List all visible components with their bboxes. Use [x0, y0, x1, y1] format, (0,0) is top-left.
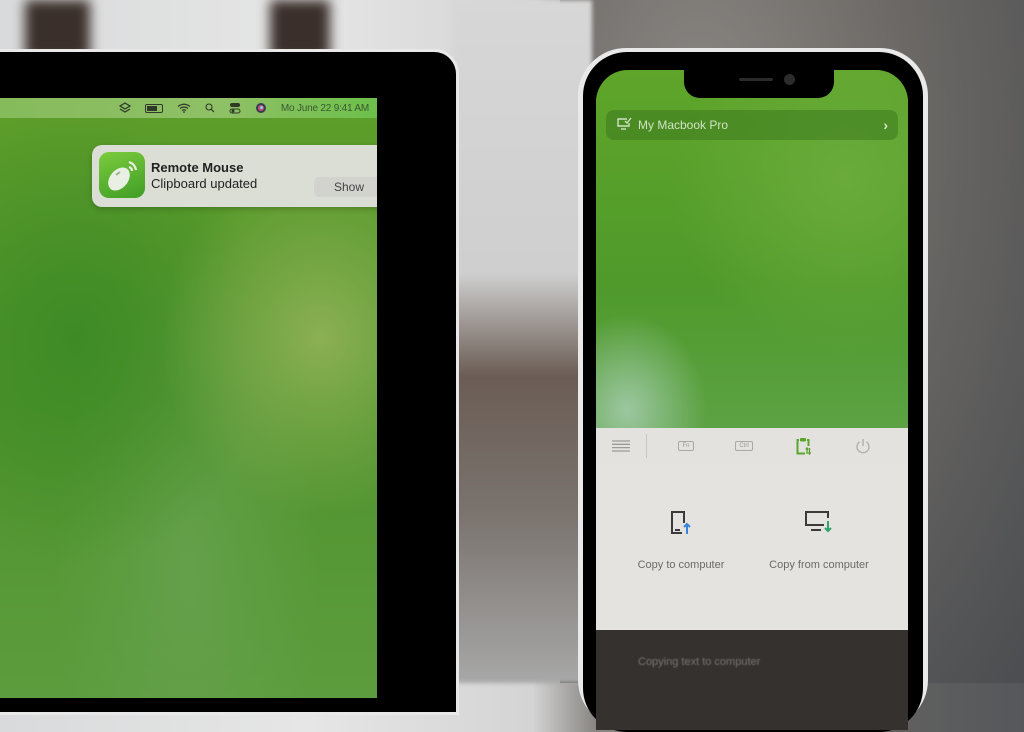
notification-title: Remote Mouse — [151, 160, 244, 175]
device-name: My Macbook Pro — [638, 118, 729, 132]
device-selector[interactable]: My Macbook Pro › — [606, 110, 898, 140]
phone-bezel: My Macbook Pro › Fn Ctrl Copy to compute… — [583, 52, 923, 732]
clipboard-panel: Copy to computer Copy from computer — [596, 464, 908, 630]
power-button[interactable] — [845, 428, 881, 464]
background-post — [25, 0, 90, 60]
clipboard-sync-button[interactable] — [763, 428, 845, 464]
ctrl-key-icon: Ctrl — [735, 441, 753, 451]
background-post — [270, 0, 330, 60]
chevron-right-icon: › — [883, 117, 888, 133]
stack-icon[interactable] — [118, 102, 131, 114]
control-center-icon[interactable] — [229, 102, 241, 114]
copy-to-computer-label: Copy to computer — [637, 559, 725, 571]
clipboard-sync-icon — [796, 438, 812, 455]
copy-from-computer-button[interactable]: Copy from computer — [744, 510, 894, 571]
mac-menubar: Mo June 22 9:41 AM — [0, 98, 377, 118]
notification-message: Clipboard updated — [151, 176, 258, 191]
menubar-clock[interactable]: Mo June 22 9:41 AM — [281, 103, 369, 114]
computer-check-icon — [616, 117, 638, 134]
battery-icon[interactable] — [144, 103, 163, 113]
phone-screen: My Macbook Pro › Fn Ctrl Copy to compute… — [596, 70, 908, 730]
fn-key-button[interactable]: Fn — [647, 428, 725, 464]
menu-icon — [612, 440, 630, 452]
computer-download-icon — [805, 511, 832, 533]
trackpad-area[interactable]: My Macbook Pro › — [596, 70, 908, 428]
notification-show-button[interactable]: Show — [314, 177, 377, 197]
speaker-grille — [739, 78, 773, 81]
background-middle — [452, 0, 592, 683]
phone-frame: My Macbook Pro › Fn Ctrl Copy to compute… — [578, 48, 928, 732]
front-camera — [784, 74, 795, 85]
siri-icon[interactable] — [255, 102, 267, 114]
wifi-icon[interactable] — [177, 103, 191, 113]
phone-toolbar: Fn Ctrl — [596, 428, 908, 464]
notification-banner[interactable]: Remote Mouse Clipboard updated Show — [92, 145, 377, 207]
phone-notch — [684, 70, 834, 98]
copy-from-computer-label: Copy from computer — [769, 559, 869, 571]
power-icon — [856, 439, 870, 454]
menu-button[interactable] — [596, 428, 646, 464]
ctrl-key-button[interactable]: Ctrl — [725, 428, 763, 464]
fn-key-icon: Fn — [678, 441, 694, 451]
laptop-frame: Mo June 22 9:41 AM Remote Mouse Clipboar… — [0, 52, 456, 712]
copy-to-computer-button[interactable]: Copy to computer — [606, 510, 756, 571]
status-toast: Copying text to computer — [596, 630, 908, 730]
phone-upload-icon — [671, 511, 691, 534]
remote-mouse-icon — [99, 152, 145, 198]
status-toast-text: Copying text to computer — [638, 656, 761, 668]
search-icon[interactable] — [205, 103, 215, 113]
mac-desktop: Mo June 22 9:41 AM Remote Mouse Clipboar… — [0, 98, 377, 698]
